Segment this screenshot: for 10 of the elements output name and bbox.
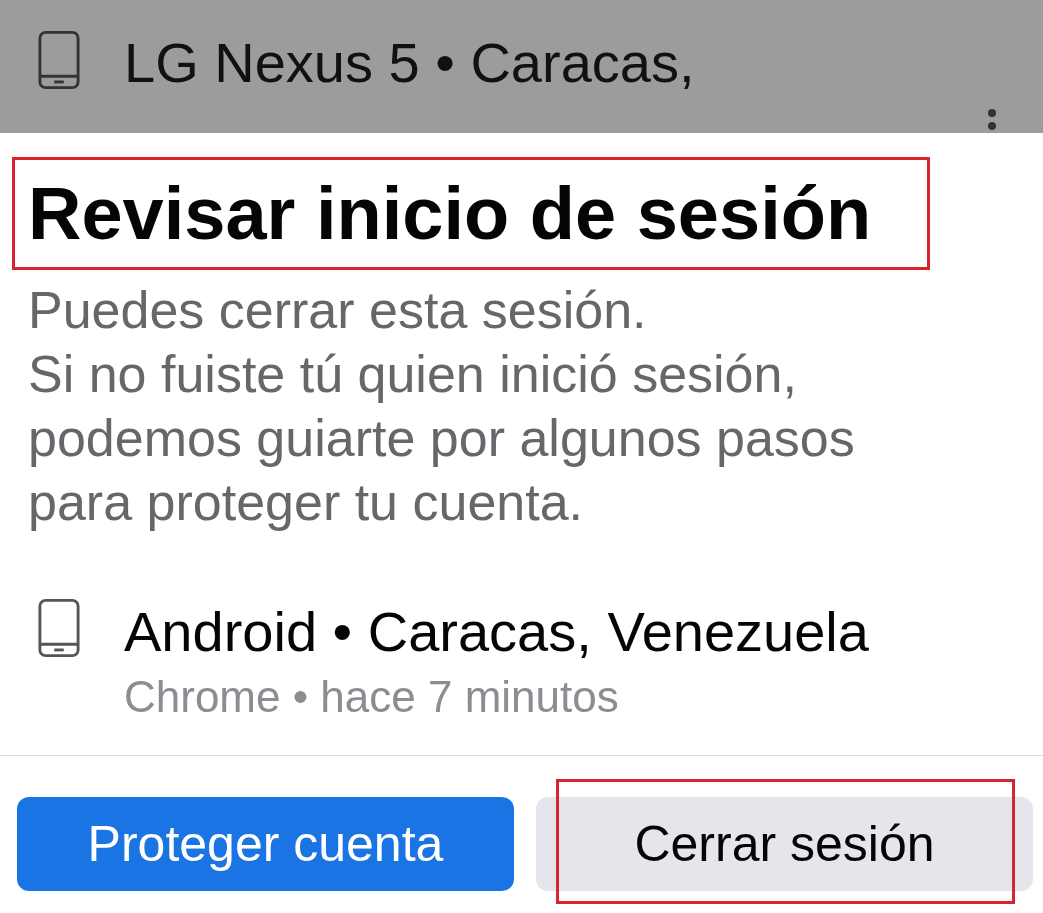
session-detail: Chrome • hace 7 minutos xyxy=(124,671,620,723)
protect-account-button[interactable]: Proteger cuenta xyxy=(17,797,514,891)
device-location: Android • Caracas, Venezuela xyxy=(124,602,869,662)
session-title: LG Nexus 5 • Caracas, xyxy=(124,30,695,96)
phone-icon xyxy=(38,30,80,90)
description-text: Puedes cerrar esta sesión. Si no fuiste tú quien inició sesión, podemos guiarte por algunos pasos para proteger tu cuenta. xyxy=(28,280,856,533)
more-icon[interactable] xyxy=(987,108,997,133)
log-out-button[interactable]: Cerrar sesión xyxy=(536,797,1033,891)
sheet-title: Revisar inicio de sesión xyxy=(28,171,872,256)
phone-icon xyxy=(38,598,80,658)
